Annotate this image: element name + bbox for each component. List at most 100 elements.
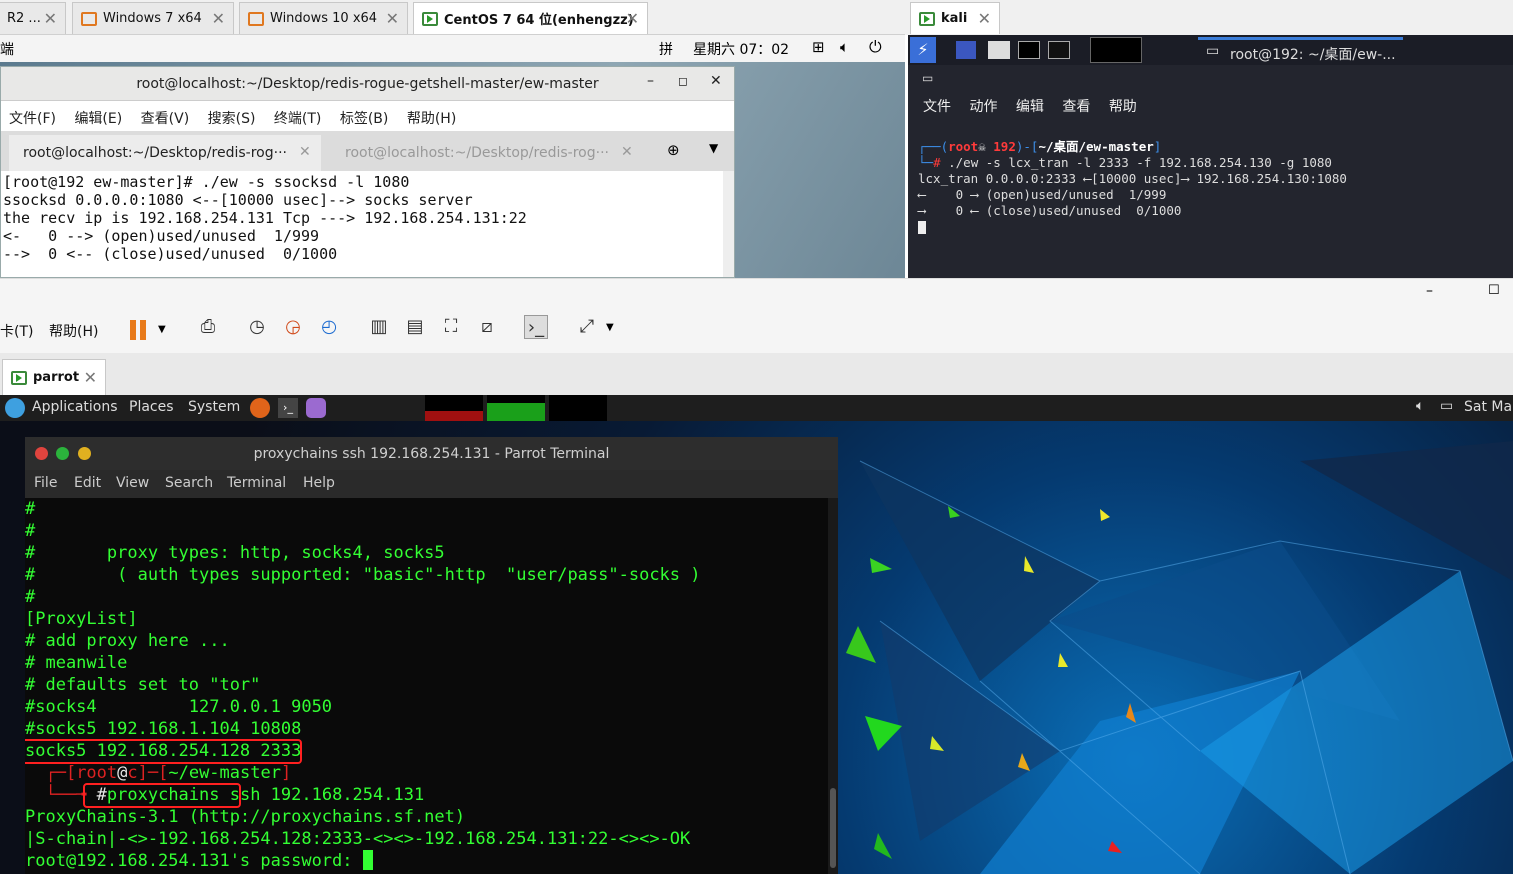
menu-tabs[interactable]: 标签(B) <box>340 111 389 127</box>
chevron-down-icon[interactable]: ▼ <box>606 322 614 333</box>
vm-tab-parrot[interactable]: parrot ✕ <box>2 359 106 395</box>
vm-tab-win7[interactable]: Windows 7 x64 ✕ <box>72 2 234 34</box>
volume-icon[interactable]: 🔈︎ <box>1416 398 1424 414</box>
chevron-down-icon[interactable]: ▼ <box>709 141 718 155</box>
pause-icon[interactable] <box>130 320 136 340</box>
vmware-toolbar: – ☐ 卡(T) 帮助(H) ▼ <box>0 278 1513 353</box>
vm-tab-label: R2 ... <box>7 11 41 26</box>
display-icon[interactable]: ▭ <box>1440 398 1453 414</box>
snapshot-icon[interactable]: ◷ <box>245 315 269 339</box>
scrollbar[interactable] <box>828 498 838 874</box>
text-editor-icon[interactable] <box>306 398 326 418</box>
menu-view[interactable]: 查看(V) <box>141 111 190 127</box>
terminal-line: --> 0 <-- (close)used/unused 0/1000 <box>3 245 338 263</box>
terminal-output[interactable]: # # # proxy types: http, socks4, socks5 … <box>25 498 828 874</box>
cursor <box>918 221 926 234</box>
fullscreen-icon[interactable]: ⛶ <box>439 315 463 339</box>
password-prompt: root@192.168.254.131's password: <box>25 851 363 871</box>
menu-search[interactable]: 搜索(S) <box>208 111 256 127</box>
ime-indicator[interactable]: 拼 <box>659 39 673 59</box>
firefox-icon[interactable] <box>250 398 270 418</box>
centos-tab-1[interactable]: root@localhost:~/Desktop/redis-rog··· ✕ <box>9 135 321 171</box>
terminal-line: # defaults set to "tor" <box>25 675 261 695</box>
command-line: └──╼ #proxychains ssh 192.168.254.131 <box>25 783 828 808</box>
terminal-icon[interactable] <box>1018 41 1040 59</box>
taskbar-item-label: root@192: ~/桌面/ew-... <box>1230 47 1396 63</box>
minimize-icon[interactable]: – <box>1426 283 1433 299</box>
clock[interactable]: Sat Mar <box>1464 399 1513 415</box>
menu-edit[interactable]: 编辑(E) <box>74 111 122 127</box>
send-keys-icon[interactable]: ⎙ <box>196 315 220 339</box>
terminal-launcher-icon[interactable]: ›_ <box>278 398 298 418</box>
terminal-line: # meanwile <box>25 653 128 673</box>
show-desktop-icon[interactable] <box>956 41 976 59</box>
menu-search[interactable]: Search <box>165 475 213 491</box>
new-tab-icon[interactable]: ⊕ <box>667 141 680 159</box>
close-icon[interactable]: ✕ <box>84 368 97 387</box>
parrot-tab-strip: parrot ✕ <box>0 353 1513 395</box>
centos-tab-2[interactable]: root@localhost:~/Desktop/redis-rog··· ✕ <box>331 135 643 171</box>
folder-icon[interactable] <box>988 41 1010 59</box>
vm-tab-kali[interactable]: kali ✕ <box>910 2 1000 34</box>
kali-menu-icon[interactable]: ⚡︎ <box>910 37 936 63</box>
scrollbar-thumb[interactable] <box>830 788 836 868</box>
clock[interactable]: 星期六 07：02 <box>693 39 789 59</box>
menu-file[interactable]: File <box>34 475 57 491</box>
menu-file[interactable]: 文件(F) <box>9 111 56 127</box>
workspace-switcher[interactable] <box>1090 37 1142 63</box>
unity-icon[interactable]: ⧄ <box>475 315 499 339</box>
menu-help[interactable]: Help <box>303 475 335 491</box>
menu-places[interactable]: Places <box>129 399 174 415</box>
close-icon[interactable]: ✕ <box>621 144 633 160</box>
close-icon[interactable]: ✕ <box>978 9 991 28</box>
minimize-icon[interactable]: – <box>647 73 654 89</box>
menu-tabs[interactable]: 卡(T) <box>0 321 33 341</box>
menu-help[interactable]: 帮助(H) <box>407 111 456 127</box>
close-icon[interactable]: ✕ <box>212 9 225 28</box>
menu-edit[interactable]: 编辑 <box>1016 99 1044 115</box>
terminal-icon: ▭ <box>1206 43 1220 59</box>
menu-action[interactable]: 动作 <box>969 99 997 115</box>
vm-tab-win10[interactable]: Windows 10 x64 ✕ <box>239 2 408 34</box>
terminal-line: # add proxy here ... <box>25 631 230 651</box>
close-icon[interactable]: ✕ <box>299 144 311 160</box>
prompt-host: c <box>127 763 138 783</box>
stretch-icon[interactable]: ⤢ <box>575 315 599 339</box>
menu-edit[interactable]: Edit <box>74 475 101 491</box>
snapshot-manager-icon[interactable]: ◴ <box>317 315 341 339</box>
menu-terminal[interactable]: Terminal <box>227 475 286 491</box>
vm-tab-r2[interactable]: R2 ... ✕ <box>0 2 66 34</box>
taskbar-item[interactable]: ▭ root@192: ~/桌面/ew-... <box>1198 37 1403 65</box>
menu-help[interactable]: 帮助 <box>1109 99 1137 115</box>
close-icon[interactable]: ✕ <box>386 9 399 28</box>
scrollbar[interactable] <box>723 171 734 277</box>
menu-view[interactable]: View <box>116 475 149 491</box>
console-icon[interactable]: ›_ <box>524 315 548 339</box>
mem-monitor <box>487 395 545 421</box>
power-icon[interactable]: ⏻ <box>869 37 882 57</box>
kali-terminal-output[interactable]: ┌──(root☠ 192)-[~/桌面/ew-master] └─# ./ew… <box>918 139 1508 234</box>
thumbnail-bar-icon[interactable]: ▤ <box>403 315 427 339</box>
vm-tab-label: kali <box>941 11 968 26</box>
menu-terminal[interactable]: 终端(T) <box>274 111 321 127</box>
chevron-down-icon[interactable]: ▼ <box>158 324 166 335</box>
volume-icon[interactable]: 🔈︎ <box>840 38 849 56</box>
menu-file[interactable]: 文件 <box>923 99 951 115</box>
maximize-icon[interactable]: ☐ <box>1488 283 1500 298</box>
close-icon[interactable]: ✕ <box>44 9 57 28</box>
network-icon[interactable]: ⊞ <box>812 38 825 56</box>
menu-system[interactable]: System <box>188 399 240 415</box>
centos-terminal-output[interactable]: [root@192 ew-master]# ./ew -s ssocksd -l… <box>3 173 723 263</box>
revert-snapshot-icon[interactable]: ◶ <box>281 315 305 339</box>
menu-applications[interactable]: Applications <box>32 399 118 415</box>
show-library-icon[interactable]: ▥ <box>367 315 391 339</box>
maximize-icon[interactable]: ◻ <box>678 74 688 88</box>
menu-help[interactable]: 帮助(H) <box>49 321 98 341</box>
recorder-icon[interactable] <box>1048 41 1070 59</box>
menu-view[interactable]: 查看 <box>1062 99 1090 115</box>
vm-tab-centos[interactable]: CentOS 7 64 位(enhengzz) ✕ <box>413 2 648 34</box>
close-icon[interactable]: ✕ <box>710 73 722 89</box>
close-icon[interactable]: ✕ <box>626 9 639 28</box>
parrot-logo-icon[interactable] <box>5 398 25 418</box>
cpu-monitor <box>425 395 483 421</box>
